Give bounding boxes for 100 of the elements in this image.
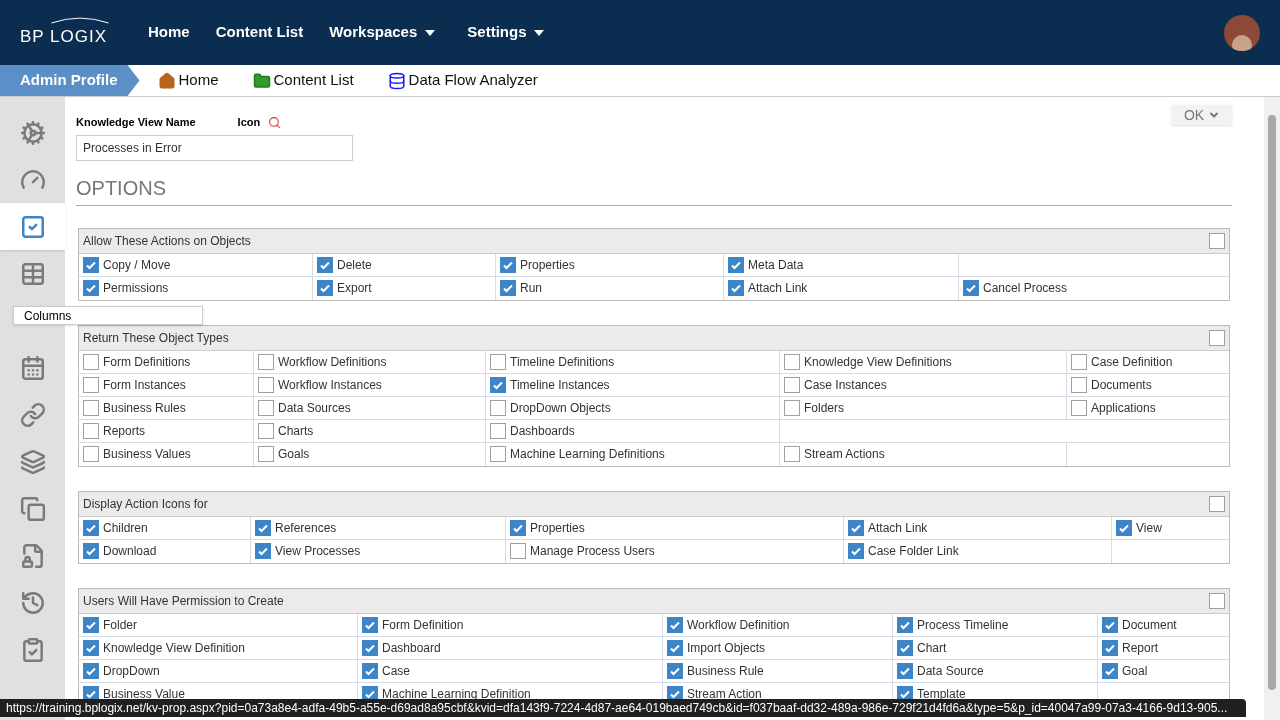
option-label: Attach Link	[868, 519, 928, 537]
option-label: Chart	[917, 639, 947, 657]
checkbox[interactable]	[83, 616, 99, 633]
ok-button[interactable]: OK	[1172, 105, 1232, 125]
option-label: Knowledge View Definitions	[804, 353, 952, 371]
checkbox[interactable]	[317, 256, 333, 273]
option-label: Reports	[103, 422, 146, 440]
checkbox[interactable]	[83, 519, 99, 536]
columns-tooltip: Columns	[13, 306, 203, 325]
calendar-icon	[19, 354, 46, 381]
checkbox[interactable]	[83, 543, 99, 559]
checkbox[interactable]	[784, 353, 800, 370]
checkbox[interactable]	[83, 446, 99, 462]
checkbox[interactable]	[1209, 592, 1225, 609]
squares-icon	[19, 448, 46, 475]
checkbox[interactable]	[83, 376, 99, 393]
checkbox[interactable]	[83, 256, 99, 273]
breadcrumb-link[interactable]: Content List	[252, 69, 354, 92]
checkbox[interactable]	[963, 280, 979, 296]
nav-item[interactable]: Workspaces	[329, 21, 436, 44]
checkbox[interactable]	[897, 639, 913, 656]
checkbox[interactable]	[1116, 519, 1132, 536]
checkbox[interactable]	[83, 639, 99, 656]
option-label: Children	[103, 519, 148, 537]
checkbox[interactable]	[728, 280, 744, 296]
name-field[interactable]: Processes in Error	[76, 134, 353, 161]
checkbox[interactable]	[848, 519, 864, 536]
checkbox[interactable]	[728, 256, 744, 273]
checkbox[interactable]	[1071, 376, 1087, 393]
checkbox[interactable]	[1071, 353, 1087, 370]
checkbox[interactable]	[1209, 232, 1225, 249]
option-label: Run	[520, 280, 542, 297]
checkbox[interactable]	[897, 662, 913, 679]
checkbox[interactable]	[667, 662, 683, 679]
checkbox[interactable]	[897, 616, 913, 633]
option-label: Stream Actions	[804, 446, 885, 463]
history-icon	[19, 589, 46, 616]
checkbox[interactable]	[1209, 495, 1225, 512]
scrollbar[interactable]	[1264, 97, 1280, 720]
breadcrumb-link[interactable]: Home	[157, 69, 219, 92]
checkbox[interactable]	[510, 543, 526, 559]
logo-swoosh-icon	[50, 15, 110, 24]
checkbox[interactable]	[1071, 399, 1087, 416]
checkbox[interactable]	[490, 353, 506, 370]
checkbox[interactable]	[784, 376, 800, 393]
checkbox[interactable]	[1102, 662, 1118, 679]
field-label: Icon	[237, 115, 261, 130]
checkbox[interactable]	[83, 422, 99, 439]
checkbox[interactable]	[258, 353, 274, 370]
option-label: Dashboards	[510, 422, 575, 440]
option-label: Process Timeline	[917, 616, 1009, 634]
option-label: Copy / Move	[103, 256, 171, 274]
checkbox[interactable]	[848, 543, 864, 559]
checkbox[interactable]	[255, 519, 271, 536]
option-label: DropDown Objects	[510, 399, 611, 417]
option-label: Data Sources	[278, 399, 351, 417]
checkbox[interactable]	[83, 662, 99, 679]
checkbox[interactable]	[784, 446, 800, 462]
option-label: Case Definition	[1091, 353, 1173, 371]
checkbox[interactable]	[362, 639, 378, 656]
panel-title: Display Action Icons for	[83, 495, 208, 513]
option-label: Meta Data	[748, 256, 804, 274]
checkbox[interactable]	[258, 376, 274, 393]
checkbox[interactable]	[1102, 616, 1118, 633]
option-label: Timeline Instances	[510, 376, 610, 394]
checkbox[interactable]	[490, 376, 506, 393]
breadcrumb-link[interactable]: Data Flow Analyzer	[387, 69, 538, 92]
checkbox[interactable]	[255, 543, 271, 559]
checkbox[interactable]	[667, 639, 683, 656]
logo[interactable]: BP LOGIX	[20, 23, 148, 50]
checkbox[interactable]	[258, 422, 274, 439]
checkbox[interactable]	[490, 422, 506, 439]
avatar[interactable]	[1224, 14, 1260, 51]
option-label: Manage Process Users	[530, 543, 655, 560]
option-label: Case Instances	[804, 376, 887, 394]
checkbox[interactable]	[317, 280, 333, 296]
checkbox[interactable]	[784, 399, 800, 416]
checkbox[interactable]	[362, 616, 378, 633]
checkbox[interactable]	[667, 616, 683, 633]
checkbox[interactable]	[362, 662, 378, 679]
option-label: Cancel Process	[983, 280, 1068, 297]
search-icon[interactable]	[268, 115, 282, 129]
sidebar-item[interactable]	[0, 203, 65, 250]
checkbox[interactable]	[500, 256, 516, 273]
nav-item[interactable]: Home	[148, 21, 190, 44]
option-label: Properties	[530, 519, 585, 537]
nav-item[interactable]: Content List	[215, 21, 304, 44]
checkbox[interactable]	[258, 399, 274, 416]
checkbox[interactable]	[490, 446, 506, 462]
checkbox[interactable]	[258, 446, 274, 462]
nav-item[interactable]: Settings	[467, 21, 545, 44]
checkbox[interactable]	[83, 399, 99, 416]
checkbox[interactable]	[490, 399, 506, 416]
checkbox[interactable]	[83, 280, 99, 296]
checkbox[interactable]	[1209, 329, 1225, 346]
checkbox[interactable]	[510, 519, 526, 536]
option-label: Workflow Definition	[687, 616, 790, 634]
checkbox[interactable]	[500, 280, 516, 296]
checkbox[interactable]	[83, 353, 99, 370]
checkbox[interactable]	[1102, 639, 1118, 656]
